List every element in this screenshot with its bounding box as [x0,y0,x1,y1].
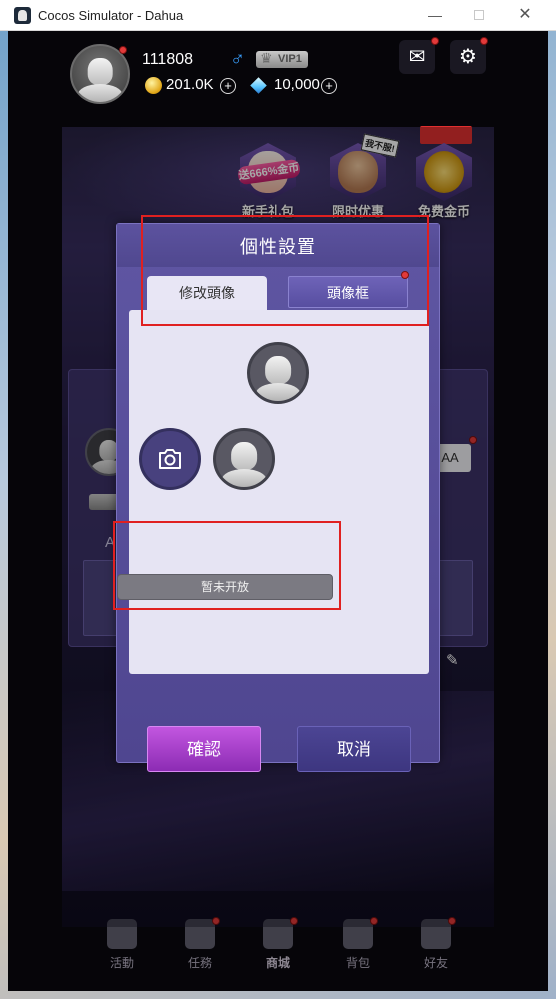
window-title: Cocos Simulator - Dahua [38,8,184,23]
add-diamonds-button[interactable]: + [321,78,337,94]
avatar-notify-dot [119,46,127,54]
upload-photo-button[interactable] [139,428,201,490]
highlight-box-tabs [141,215,429,326]
add-coins-button[interactable]: + [220,78,236,94]
avatar-panel: 暂未开放 [117,310,429,674]
coin-balance: 201.0K [166,76,214,93]
nav-label: 活動 [109,956,134,970]
avatar-option[interactable] [213,428,275,490]
male-icon: ♂ [230,48,245,70]
camera-icon [159,449,181,469]
nav-label: 商城 [265,956,290,970]
vip-badge: VIP1 [256,50,308,68]
close-icon[interactable]: ✕ [514,5,536,25]
avatar-head [87,58,113,86]
mail-icon: ✉ [408,46,426,68]
nav-label: 好友 [423,956,448,970]
mail-button[interactable]: ✉ [399,40,435,74]
mail-notify-dot [431,37,439,45]
diamond-balance: 10,000 [274,76,320,93]
confirm-button[interactable]: 確認 [147,726,261,772]
app-icon [14,7,31,24]
nav-label: 背包 [345,956,370,970]
avatar-body [77,84,123,102]
coin-icon [145,77,162,94]
nav-label: 任務 [187,956,212,970]
window-titlebar: Cocos Simulator - Dahua — ✕ [0,0,556,31]
maximize-icon[interactable] [468,5,490,25]
current-avatar [247,342,309,404]
settings-notify-dot [480,37,488,45]
game-canvas: 111808 ♂ VIP1 201.0K + 10,000 + ✉ ⚙ 送666… [8,31,548,991]
user-id: 111808 [142,51,194,68]
minimize-icon[interactable]: — [424,5,446,25]
gear-icon: ⚙ [459,46,477,68]
highlight-box-notice [113,521,341,610]
cancel-button[interactable]: 取消 [297,726,411,772]
settings-button[interactable]: ⚙ [450,40,486,74]
